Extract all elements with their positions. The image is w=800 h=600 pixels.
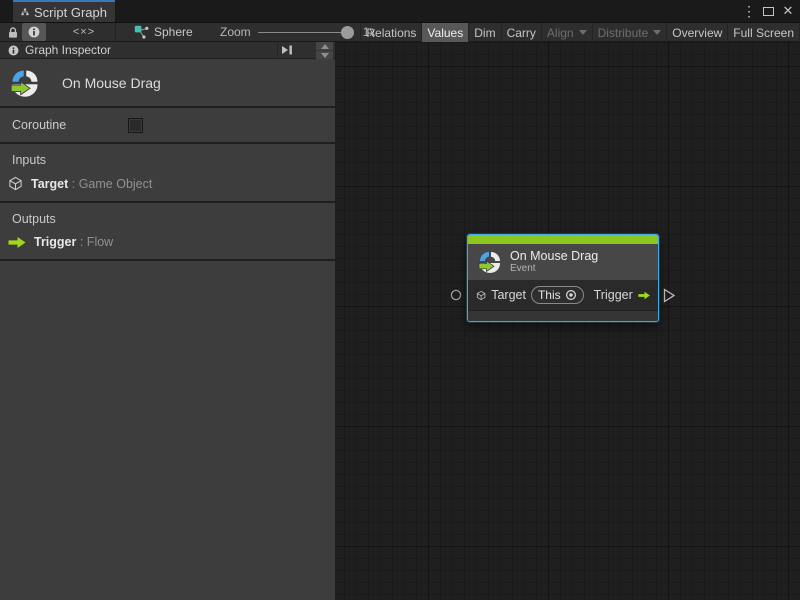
relations-button[interactable]: Relations: [360, 23, 421, 42]
tab-label: Script Graph: [34, 5, 107, 20]
close-icon[interactable]: ✕: [781, 3, 795, 19]
game-object-cube-icon: [8, 176, 23, 191]
info-icon: [28, 26, 40, 38]
node-header: On Mouse Drag Event: [468, 244, 658, 280]
target-picker-icon: [565, 289, 577, 301]
input-name: Target: [31, 177, 68, 191]
distribute-dropdown[interactable]: Distribute: [592, 23, 667, 42]
flow-arrow-icon: [638, 289, 650, 302]
graph-inspector-panel: Graph Inspector On Mouse Drag: [0, 42, 336, 600]
tab-bar: Script Graph ⋮ ✕: [0, 0, 800, 22]
toolbar-right-buttons: Relations Values Dim Carry Align Distrib…: [360, 23, 800, 42]
coroutine-label: Coroutine: [12, 118, 66, 132]
input-type: : Game Object: [72, 177, 153, 191]
dim-button[interactable]: Dim: [468, 23, 500, 42]
output-type: : Flow: [80, 235, 113, 249]
coroutine-checkbox[interactable]: [128, 118, 143, 133]
scroll-down-icon[interactable]: [316, 50, 333, 59]
info-icon: [8, 45, 19, 56]
zoom-slider[interactable]: [258, 32, 350, 33]
inputs-section: Inputs Target : Game Object: [0, 144, 335, 203]
graph-toolbar: <×> Sphere Zoom 1x Relations Values Dim …: [0, 22, 800, 42]
chevron-down-icon: [579, 30, 587, 35]
maximize-icon[interactable]: [763, 7, 774, 16]
graph-breadcrumb[interactable]: Sphere: [134, 23, 193, 41]
output-name: Trigger: [34, 235, 76, 249]
mouse-drag-icon: [478, 250, 502, 274]
fullscreen-button[interactable]: Full Screen: [727, 23, 800, 42]
node-input-port[interactable]: [450, 289, 462, 301]
inputs-heading: Inputs: [0, 153, 335, 167]
graph-name: Sphere: [154, 25, 193, 39]
lock-button[interactable]: [4, 23, 22, 41]
align-dropdown[interactable]: Align: [541, 23, 592, 42]
input-row-target: Target : Game Object: [0, 176, 335, 191]
node-output-port[interactable]: [663, 288, 676, 303]
zoom-label: Zoom: [220, 25, 251, 39]
node-ports-row: Target This Trigger: [468, 280, 658, 310]
flow-arrow-icon: [8, 236, 26, 249]
game-object-cube-icon: [476, 288, 486, 303]
unit-title-section: On Mouse Drag: [0, 59, 335, 108]
scroll-up-icon[interactable]: [316, 42, 333, 50]
node-on-mouse-drag[interactable]: On Mouse Drag Event Target This: [467, 234, 659, 322]
panel-scroll-stepper[interactable]: [316, 42, 333, 59]
script-graph-asset-icon: [134, 25, 149, 40]
code-view-button[interactable]: <×>: [66, 23, 102, 41]
outputs-heading: Outputs: [0, 212, 335, 226]
toolbar-separator: [115, 23, 116, 42]
target-value-chip[interactable]: This: [531, 286, 584, 304]
window-controls: ⋮ ✕: [742, 0, 798, 22]
zoom-control: Zoom 1x: [220, 23, 375, 41]
carry-button[interactable]: Carry: [501, 23, 541, 42]
target-port-label: Target: [491, 288, 526, 302]
graph-inspector-header: Graph Inspector: [0, 42, 335, 59]
outputs-section: Outputs Trigger : Flow: [0, 203, 335, 261]
unit-title: On Mouse Drag: [62, 75, 161, 91]
tab-script-graph[interactable]: Script Graph: [13, 0, 115, 22]
coroutine-section: Coroutine: [0, 108, 335, 144]
dock-right-icon: [281, 45, 293, 55]
values-button[interactable]: Values: [421, 23, 468, 42]
graph-hierarchy-icon: [21, 5, 29, 19]
lock-icon: [7, 26, 19, 39]
unity-script-graph-window: Script Graph ⋮ ✕ <×>: [0, 0, 800, 600]
inspector-toggle-button[interactable]: [22, 23, 46, 41]
inspector-title: Graph Inspector: [25, 43, 111, 57]
node-title: On Mouse Drag: [510, 249, 598, 263]
node-event-accent-bar: [468, 235, 658, 244]
node-footer: [468, 310, 658, 321]
overview-button[interactable]: Overview: [666, 23, 727, 42]
output-row-trigger: Trigger : Flow: [0, 235, 335, 249]
zoom-slider-handle[interactable]: [341, 26, 354, 39]
trigger-port-label: Trigger: [594, 288, 633, 302]
dock-panel-button[interactable]: [277, 43, 295, 57]
window-menu-icon[interactable]: ⋮: [742, 3, 756, 20]
node-subtitle: Event: [510, 263, 598, 275]
mouse-drag-icon: [10, 68, 40, 98]
chevron-down-icon: [653, 30, 661, 35]
